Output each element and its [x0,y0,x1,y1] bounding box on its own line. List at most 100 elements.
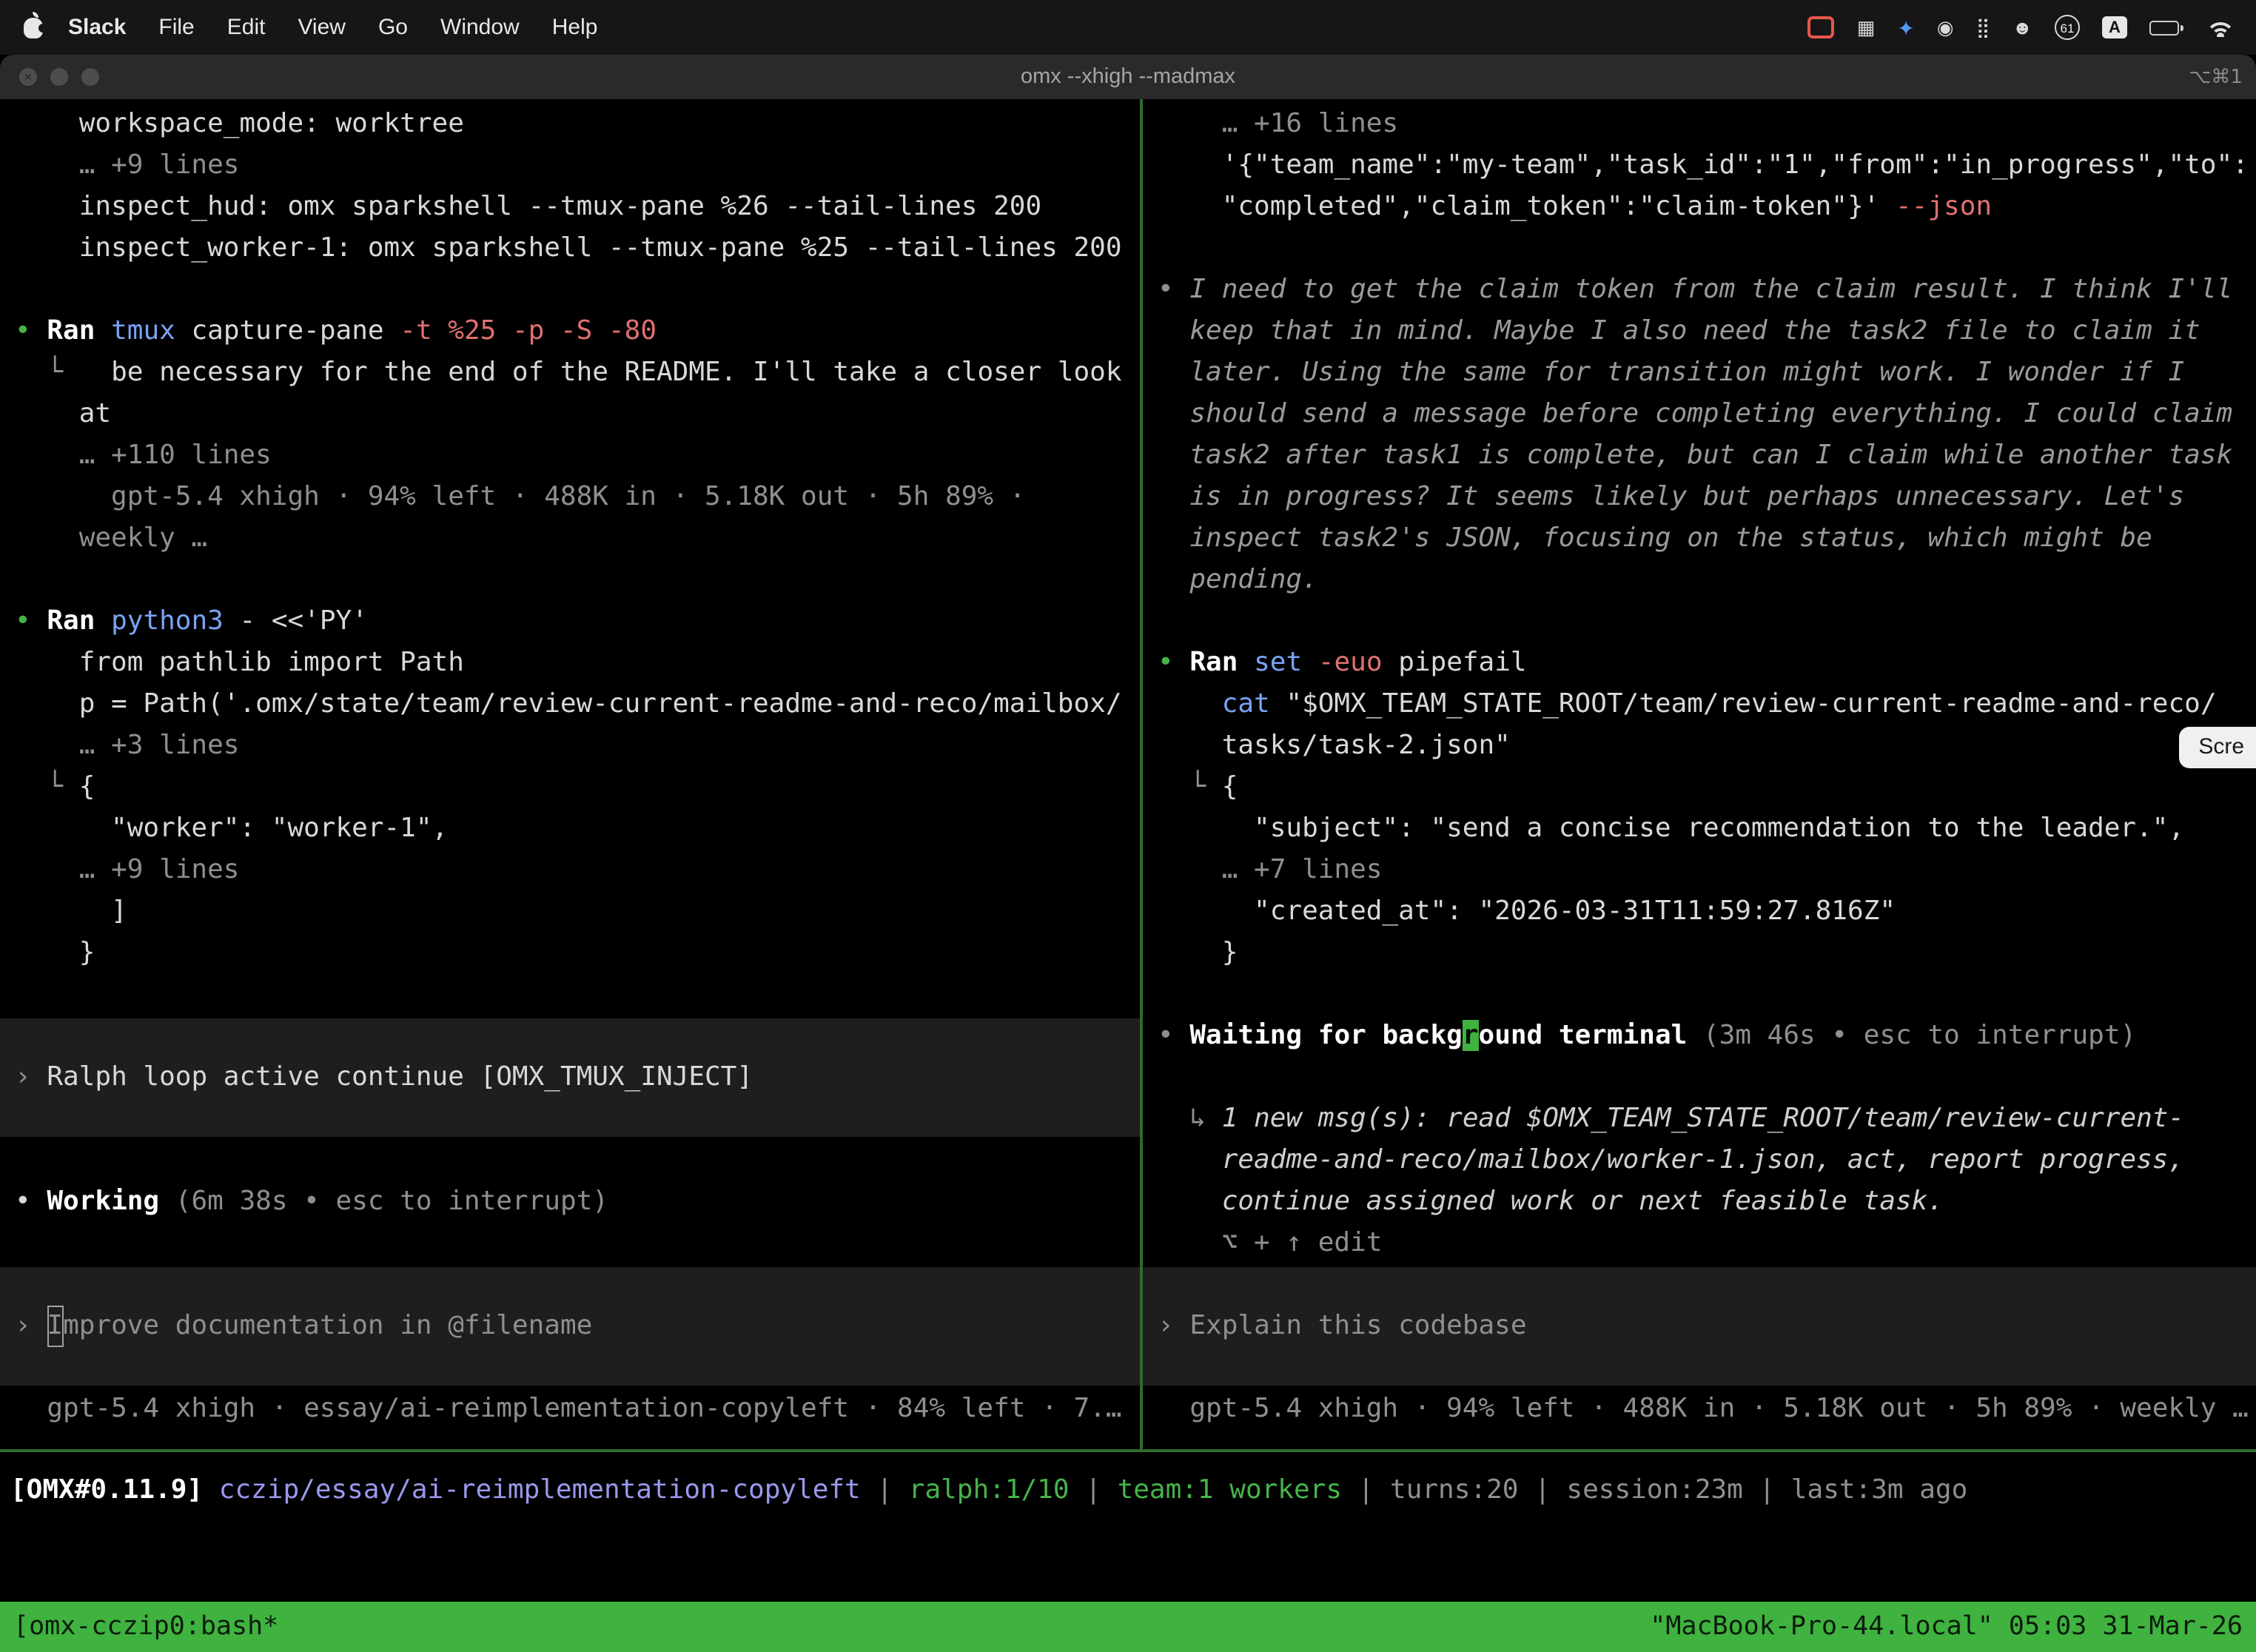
terminal-text: gpt-5.4 xhigh · 94% left · 488K in · 5.1… [1158,1393,2249,1424]
terminal-text: Waiting for backg [1189,1020,1462,1051]
menu-item-edit[interactable]: Edit [211,15,282,40]
terminal-text: pipefail [1398,647,1526,678]
terminal-line: • Working (6m 38s • esc to interrupt) [0,1181,1140,1223]
ghost-icon[interactable]: ☻ [2012,18,2032,37]
terminal-line: "completed","claim_token":"claim-token"}… [1143,187,2256,228]
omx-status-pane[interactable]: [OMX#0.11.9] cczip/essay/ai-reimplementa… [0,1452,2256,1602]
terminal-text: ralph:1/10 [909,1474,1070,1505]
wifi-icon[interactable] [2206,18,2235,37]
terminal-text: at [15,398,111,429]
terminal-text: "completed","claim_token":"claim-token"}… [1158,191,1896,222]
menu-item-view[interactable]: View [281,15,362,40]
grid-icon[interactable]: ▦ [1857,18,1876,37]
terminal-line: • Ran tmux capture-pane -t %25 -p -S -80 [0,311,1140,352]
terminal-text: inspect_worker-1: omx sparkshell --tmux-… [15,232,1122,263]
terminal-text: should send a message before completing … [1158,398,2232,429]
right-terminal-pane[interactable]: … +16 lines '{"team_name":"my-team","tas… [1143,99,2256,1449]
battery-percent-badge[interactable]: 61 [2055,15,2080,40]
terminal-line [1143,974,2256,1015]
omx-status-line: [OMX#0.11.9] cczip/essay/ai-reimplementa… [0,1470,2256,1511]
terminal-text: ound terminal [1479,1020,1703,1051]
terminal-text: Working [47,1186,175,1217]
terminal-line: weekly … [0,518,1140,560]
terminal-text: -t %25 -p -S -80 [400,315,657,346]
sparkle-icon[interactable]: ✦ [1897,17,1914,38]
terminal-text: continue assigned work or next feasible … [1158,1186,1944,1217]
terminal-text: (3m 46s • esc to interrupt) [1703,1020,2136,1051]
minimize-window-button[interactable] [50,68,68,86]
terminal-text: readme-and-reco/mailbox/worker-1.json, a… [1158,1144,2184,1175]
window-shortcut-badge: ⌥⌘1 [2189,66,2256,88]
terminal-line: └ { [0,767,1140,808]
prompt-band[interactable]: › Improve documentation in @filename [0,1267,1140,1386]
terminal-line: workspace_mode: worktree [0,104,1140,145]
menu-item-go[interactable]: Go [362,15,424,40]
terminal-text: • [1158,1020,1189,1051]
terminal-text: tmux [111,315,191,346]
terminal-text: • [15,315,47,346]
dots-grid-icon[interactable]: ⣿ [1976,18,1990,37]
menu-item-app[interactable]: Slack [52,15,142,40]
terminal-text: p = Path('.omx/state/team/review-current… [15,688,1122,719]
menu-item-file[interactable]: File [142,15,210,40]
apple-menu-icon[interactable] [24,17,43,38]
terminal-line: └ be necessary for the end of the README… [0,352,1140,394]
menu-left: Slack File Edit View Go Window Help [0,15,614,40]
terminal-text: (6m 38s • esc to interrupt) [175,1186,608,1217]
terminal-text: [OMX#0.11.9] [10,1474,219,1505]
traffic-lights: × [0,68,99,86]
terminal-line: from pathlib import Path [0,642,1140,684]
terminal-line: } [0,933,1140,974]
menu-item-help[interactable]: Help [536,15,614,40]
prompt-band[interactable]: › Explain this codebase [1143,1267,2256,1386]
screenshot-popup[interactable]: Scre [2179,727,2256,768]
terminal-text: I [47,1306,63,1347]
terminal-text: ⌥ + ↑ edit [1158,1227,1382,1258]
terminal-text: └ [15,357,111,388]
terminal-text: later. Using the same for transition mig… [1158,357,2184,388]
terminal-text: • [1158,647,1189,678]
terminal-text: "created_at": "2026-03-31T11:59:27.816Z" [1158,896,1896,927]
terminal-line: … +9 lines [0,145,1140,187]
terminal-text: … +110 lines [15,440,272,471]
menu-item-window[interactable]: Window [424,15,536,40]
terminal-text: --json [1896,191,1992,222]
terminal-text: capture-pane [191,315,400,346]
terminal-text: › [1158,1306,1189,1347]
terminal-text: { [1222,771,1238,802]
terminal-text: › [15,1057,47,1098]
battery-icon[interactable] [2149,20,2183,35]
terminal-line: gpt-5.4 xhigh · 94% left · 488K in · 5.1… [0,477,1140,518]
terminal-line: p = Path('.omx/state/team/review-current… [0,684,1140,725]
terminal-line: later. Using the same for transition mig… [1143,352,2256,394]
terminal-line [0,560,1140,601]
terminal-text: cczip/essay/ai-reimplementation-copyleft [219,1474,861,1505]
terminal-text: python3 [111,605,239,637]
terminal-line [0,1140,1140,1181]
left-terminal-pane[interactable]: workspace_mode: worktree … +9 lines insp… [0,99,1140,1449]
prompt-band[interactable]: › Ralph loop active continue [OMX_TMUX_I… [0,1018,1140,1137]
terminal-text: cat [1158,688,1286,719]
terminal-text: "subject": "send a concise recommendatio… [1158,813,2184,844]
terminal-line: • Waiting for background terminal (3m 46… [1143,1015,2256,1057]
input-source-icon[interactable]: A [2102,16,2127,38]
screen-recording-icon[interactable] [1808,16,1835,38]
terminal-text: '{"team_name":"my-team","task_id":"1","f… [1158,150,2249,181]
terminal-window: workspace_mode: worktree … +9 lines insp… [0,99,2256,1652]
terminal-text: } [15,937,95,968]
window-title-bar: × omx --xhigh --madmax ⌥⌘1 [0,55,2256,101]
terminal-line: inspect_hud: omx sparkshell --tmux-pane … [0,187,1140,228]
tmux-host-clock: "MacBook-Pro-44.local" 05:03 31-Mar-26 [1650,1606,2243,1648]
terminal-text: └ [1158,771,1222,802]
circle-app-icon[interactable]: ◉ [1937,18,1954,37]
terminal-text: … +16 lines [1158,108,1398,139]
terminal-text: … +9 lines [15,150,239,181]
terminal-text: … +9 lines [15,854,239,885]
terminal-text: pending. [1158,564,1318,595]
terminal-text: "$OMX_TEAM_STATE_ROOT/team/review-curren… [1286,688,2216,719]
terminal-text: gpt-5.4 xhigh · essay/ai-reimplementatio… [15,1393,1122,1424]
terminal-text: gpt-5.4 xhigh · 94% left · 488K in · 5.1… [15,481,1025,512]
zoom-window-button[interactable] [81,68,99,86]
terminal-line: ↳ 1 new msg(s): read $OMX_TEAM_STATE_ROO… [1143,1098,2256,1140]
close-window-button[interactable]: × [19,68,37,86]
